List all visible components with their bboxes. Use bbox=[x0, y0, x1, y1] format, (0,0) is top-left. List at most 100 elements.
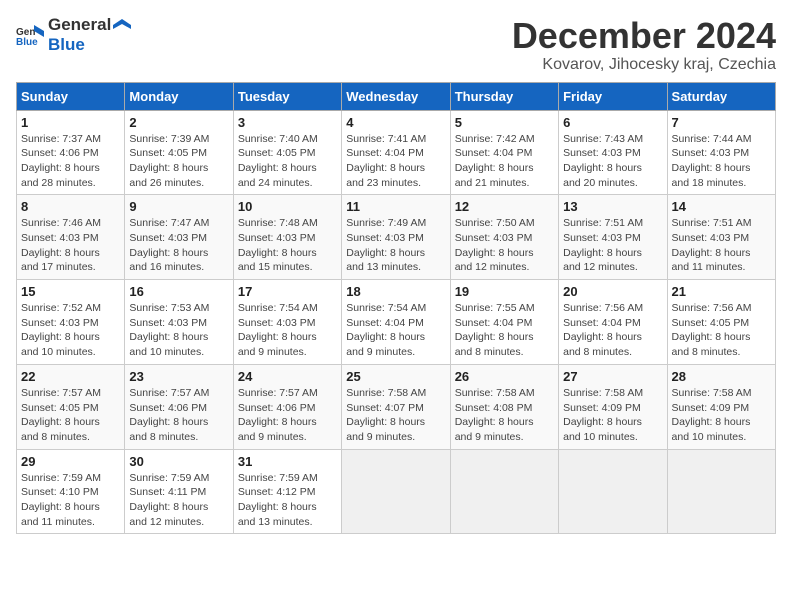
day-header-tuesday: Tuesday bbox=[233, 82, 341, 110]
day-info: Sunrise: 7:56 AM Sunset: 4:04 PM Dayligh… bbox=[563, 301, 662, 360]
calendar-cell: 6 Sunrise: 7:43 AM Sunset: 4:03 PM Daylig… bbox=[559, 110, 667, 195]
calendar-cell: 15 Sunrise: 7:52 AM Sunset: 4:03 PM Dayli… bbox=[17, 280, 125, 365]
day-number: 28 bbox=[672, 369, 771, 384]
calendar-cell: 7 Sunrise: 7:44 AM Sunset: 4:03 PM Daylig… bbox=[667, 110, 775, 195]
calendar-cell: 4 Sunrise: 7:41 AM Sunset: 4:04 PM Daylig… bbox=[342, 110, 450, 195]
calendar-cell: 5 Sunrise: 7:42 AM Sunset: 4:04 PM Daylig… bbox=[450, 110, 558, 195]
day-info: Sunrise: 7:58 AM Sunset: 4:09 PM Dayligh… bbox=[672, 386, 771, 445]
day-info: Sunrise: 7:37 AM Sunset: 4:06 PM Dayligh… bbox=[21, 132, 120, 191]
day-number: 21 bbox=[672, 284, 771, 299]
day-number: 24 bbox=[238, 369, 337, 384]
calendar-week-1: 1 Sunrise: 7:37 AM Sunset: 4:06 PM Daylig… bbox=[17, 110, 776, 195]
day-number: 19 bbox=[455, 284, 554, 299]
calendar-cell: 12 Sunrise: 7:50 AM Sunset: 4:03 PM Dayli… bbox=[450, 195, 558, 280]
day-info: Sunrise: 7:39 AM Sunset: 4:05 PM Dayligh… bbox=[129, 132, 228, 191]
calendar-cell: 9Sunrise: 7:47 AM Sunset: 4:03 PM Daylig… bbox=[125, 195, 233, 280]
calendar-week-2: 8 Sunrise: 7:46 AM Sunset: 4:03 PM Daylig… bbox=[17, 195, 776, 280]
day-info: Sunrise: 7:41 AM Sunset: 4:04 PM Dayligh… bbox=[346, 132, 445, 191]
logo-blue: Blue bbox=[48, 35, 85, 54]
svg-text:Blue: Blue bbox=[16, 37, 38, 48]
day-number: 5 bbox=[455, 115, 554, 130]
day-number: 16 bbox=[129, 284, 228, 299]
calendar-cell: 16 Sunrise: 7:53 AM Sunset: 4:03 PM Dayli… bbox=[125, 280, 233, 365]
day-number: 17 bbox=[238, 284, 337, 299]
day-number: 18 bbox=[346, 284, 445, 299]
calendar-cell bbox=[559, 449, 667, 534]
day-number: 30 bbox=[129, 454, 228, 469]
day-info: Sunrise: 7:50 AM Sunset: 4:03 PM Dayligh… bbox=[455, 216, 554, 275]
day-info: Sunrise: 7:42 AM Sunset: 4:04 PM Dayligh… bbox=[455, 132, 554, 191]
day-info: Sunrise: 7:51 AM Sunset: 4:03 PM Dayligh… bbox=[563, 216, 662, 275]
day-number: 23 bbox=[129, 369, 228, 384]
day-info: Sunrise: 7:52 AM Sunset: 4:03 PM Dayligh… bbox=[21, 301, 120, 360]
calendar-cell: 23Sunrise: 7:57 AM Sunset: 4:06 PM Dayli… bbox=[125, 364, 233, 449]
calendar-cell: 27 Sunrise: 7:58 AM Sunset: 4:09 PM Dayli… bbox=[559, 364, 667, 449]
calendar-cell: 18 Sunrise: 7:54 AM Sunset: 4:04 PM Dayli… bbox=[342, 280, 450, 365]
day-info: Sunrise: 7:59 AM Sunset: 4:12 PM Dayligh… bbox=[238, 471, 337, 530]
calendar-cell bbox=[450, 449, 558, 534]
day-info: Sunrise: 7:56 AM Sunset: 4:05 PM Dayligh… bbox=[672, 301, 771, 360]
calendar-cell bbox=[342, 449, 450, 534]
day-info: Sunrise: 7:51 AM Sunset: 4:03 PM Dayligh… bbox=[672, 216, 771, 275]
calendar-cell: 21 Sunrise: 7:56 AM Sunset: 4:05 PM Dayli… bbox=[667, 280, 775, 365]
calendar-header-row: SundayMondayTuesdayWednesdayThursdayFrid… bbox=[17, 82, 776, 110]
calendar-cell: 19 Sunrise: 7:55 AM Sunset: 4:04 PM Dayli… bbox=[450, 280, 558, 365]
day-number: 6 bbox=[563, 115, 662, 130]
day-number: 25 bbox=[346, 369, 445, 384]
day-number: 26 bbox=[455, 369, 554, 384]
title-section: December 2024 Kovarov, Jihocesky kraj, C… bbox=[512, 16, 776, 74]
day-number: 10 bbox=[238, 199, 337, 214]
day-info: Sunrise: 7:54 AM Sunset: 4:03 PM Dayligh… bbox=[238, 301, 337, 360]
logo-icon: Gen Blue bbox=[16, 21, 44, 49]
header-section: Gen Blue General Blue December 2024 Kova… bbox=[16, 16, 776, 74]
day-number: 22 bbox=[21, 369, 120, 384]
calendar-cell: 8 Sunrise: 7:46 AM Sunset: 4:03 PM Daylig… bbox=[17, 195, 125, 280]
day-info: Sunrise: 7:57 AM Sunset: 4:05 PM Dayligh… bbox=[21, 386, 120, 445]
day-header-sunday: Sunday bbox=[17, 82, 125, 110]
day-number: 4 bbox=[346, 115, 445, 130]
day-number: 11 bbox=[346, 199, 445, 214]
calendar-cell: 3 Sunrise: 7:40 AM Sunset: 4:05 PM Daylig… bbox=[233, 110, 341, 195]
day-number: 14 bbox=[672, 199, 771, 214]
calendar-week-5: 29 Sunrise: 7:59 AM Sunset: 4:10 PM Dayli… bbox=[17, 449, 776, 534]
day-info: Sunrise: 7:54 AM Sunset: 4:04 PM Dayligh… bbox=[346, 301, 445, 360]
day-header-thursday: Thursday bbox=[450, 82, 558, 110]
calendar-cell: 26 Sunrise: 7:58 AM Sunset: 4:08 PM Dayli… bbox=[450, 364, 558, 449]
day-number: 27 bbox=[563, 369, 662, 384]
day-number: 2 bbox=[129, 115, 228, 130]
logo-general: General bbox=[48, 15, 111, 34]
day-info: Sunrise: 7:40 AM Sunset: 4:05 PM Dayligh… bbox=[238, 132, 337, 191]
calendar-cell: 17 Sunrise: 7:54 AM Sunset: 4:03 PM Dayli… bbox=[233, 280, 341, 365]
day-number: 3 bbox=[238, 115, 337, 130]
day-info: Sunrise: 7:46 AM Sunset: 4:03 PM Dayligh… bbox=[21, 216, 120, 275]
day-number: 15 bbox=[21, 284, 120, 299]
day-number: 20 bbox=[563, 284, 662, 299]
calendar-week-3: 15 Sunrise: 7:52 AM Sunset: 4:03 PM Dayli… bbox=[17, 280, 776, 365]
day-info: Sunrise: 7:44 AM Sunset: 4:03 PM Dayligh… bbox=[672, 132, 771, 191]
day-number: 1 bbox=[21, 115, 120, 130]
day-info: Sunrise: 7:53 AM Sunset: 4:03 PM Dayligh… bbox=[129, 301, 228, 360]
day-info: Sunrise: 7:43 AM Sunset: 4:03 PM Dayligh… bbox=[563, 132, 662, 191]
calendar-cell: 30Sunrise: 7:59 AM Sunset: 4:11 PM Dayli… bbox=[125, 449, 233, 534]
day-info: Sunrise: 7:58 AM Sunset: 4:07 PM Dayligh… bbox=[346, 386, 445, 445]
logo: Gen Blue General Blue bbox=[16, 16, 131, 55]
subtitle: Kovarov, Jihocesky kraj, Czechia bbox=[512, 56, 776, 74]
day-number: 12 bbox=[455, 199, 554, 214]
day-number: 7 bbox=[672, 115, 771, 130]
day-info: Sunrise: 7:55 AM Sunset: 4:04 PM Dayligh… bbox=[455, 301, 554, 360]
day-info: Sunrise: 7:47 AM Sunset: 4:03 PM Dayligh… bbox=[129, 216, 228, 275]
day-header-saturday: Saturday bbox=[667, 82, 775, 110]
calendar-cell: 1 Sunrise: 7:37 AM Sunset: 4:06 PM Daylig… bbox=[17, 110, 125, 195]
calendar-cell: 20 Sunrise: 7:56 AM Sunset: 4:04 PM Dayli… bbox=[559, 280, 667, 365]
day-number: 13 bbox=[563, 199, 662, 214]
day-info: Sunrise: 7:58 AM Sunset: 4:09 PM Dayligh… bbox=[563, 386, 662, 445]
day-info: Sunrise: 7:57 AM Sunset: 4:06 PM Dayligh… bbox=[238, 386, 337, 445]
day-info: Sunrise: 7:59 AM Sunset: 4:10 PM Dayligh… bbox=[21, 471, 120, 530]
calendar-cell: 31Sunrise: 7:59 AM Sunset: 4:12 PM Dayli… bbox=[233, 449, 341, 534]
calendar-week-4: 22 Sunrise: 7:57 AM Sunset: 4:05 PM Dayli… bbox=[17, 364, 776, 449]
calendar-cell: 10Sunrise: 7:48 AM Sunset: 4:03 PM Dayli… bbox=[233, 195, 341, 280]
day-info: Sunrise: 7:58 AM Sunset: 4:08 PM Dayligh… bbox=[455, 386, 554, 445]
day-number: 29 bbox=[21, 454, 120, 469]
day-number: 8 bbox=[21, 199, 120, 214]
day-header-wednesday: Wednesday bbox=[342, 82, 450, 110]
